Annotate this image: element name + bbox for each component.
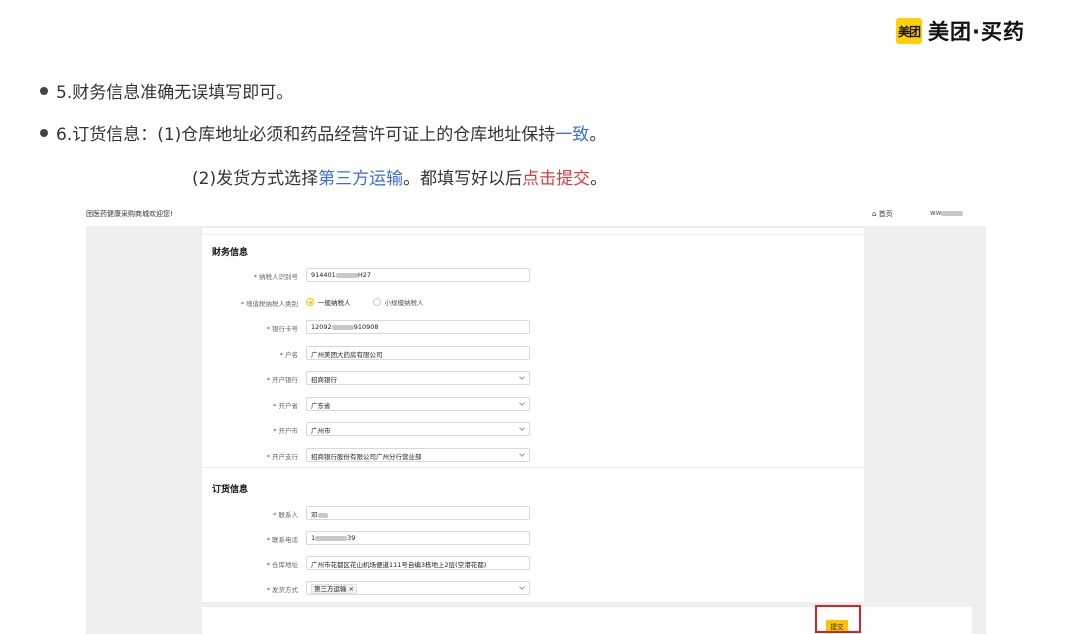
radio-small-taxpayer[interactable] bbox=[372, 298, 381, 306]
bullet-shipping-method: (2)发货方式选择第三方运输。都填写好以后点击提交。 bbox=[192, 164, 607, 189]
bullet-text-end: 。 bbox=[590, 169, 608, 189]
taxpayer-type-radio-group: 一般纳税人 小规模纳税人 bbox=[306, 297, 446, 307]
contact-label: * 联系人 bbox=[273, 511, 298, 519]
account-name-input[interactable]: 广州美团大药房有限公司 bbox=[306, 346, 530, 360]
branch-select[interactable]: 招商银行股份有限公司广州分行营业部 bbox=[306, 448, 530, 462]
chevron-down-icon bbox=[519, 400, 525, 406]
bullet-finance-info: 5.财务信息准确无误填写即可。 bbox=[40, 78, 293, 103]
bullet-text: 5.财务信息准确无误填写即可。 bbox=[56, 83, 294, 103]
shipping-select[interactable]: 第三方运输 × bbox=[306, 581, 530, 595]
blurred-text bbox=[335, 272, 358, 278]
city-select[interactable]: 广州市 bbox=[306, 422, 530, 436]
bullet-order-info: 6.订货信息：(1)仓库地址必须和药品经营许可证上的仓库地址保持一致。 bbox=[40, 120, 606, 145]
phone-input[interactable]: 1 39 bbox=[306, 531, 530, 545]
bullet-text: 6.订货信息：(1)仓库地址必须和药品经营许可证上的仓库地址保持 bbox=[56, 125, 556, 145]
highlight-box bbox=[815, 605, 861, 633]
warehouse-input[interactable]: 广州市花都区花山机场便道111号自编3栋地上2层(空港花都) bbox=[306, 556, 530, 570]
logo-badge: 美团 bbox=[896, 18, 922, 44]
account-name-label: * 户名 bbox=[279, 351, 298, 359]
bullet-dot-icon bbox=[40, 87, 48, 95]
tax-id-input[interactable]: 914401 H27 bbox=[306, 268, 530, 282]
bank-select[interactable]: 招商银行 bbox=[306, 371, 530, 385]
meituan-logo: 美团 美团·买药 bbox=[896, 16, 1025, 46]
tax-id-label: * 纳税人识别号 bbox=[253, 273, 298, 281]
blurred-text bbox=[315, 535, 348, 541]
bank-card-input[interactable]: 12092 910908 bbox=[306, 320, 530, 334]
highlight-click-submit: 点击提交 bbox=[522, 169, 591, 189]
warehouse-label: * 仓库地址 bbox=[266, 561, 298, 569]
bank-label: * 开户银行 bbox=[266, 376, 298, 384]
blurred-text bbox=[331, 324, 354, 330]
divider bbox=[202, 467, 864, 468]
bullet-text-end: 。 bbox=[589, 125, 607, 145]
radio-general-taxpayer[interactable] bbox=[306, 298, 314, 306]
province-label: * 开户省 bbox=[273, 402, 298, 410]
chevron-down-icon bbox=[519, 584, 525, 590]
section-title-finance: 财务信息 bbox=[212, 248, 249, 258]
site-header: 团医药健康采购商城欢迎您! ⌂ 首页 ww bbox=[86, 204, 986, 226]
section-title-order: 订货信息 bbox=[212, 485, 249, 495]
form-screenshot: 团医药健康采购商城欢迎您! ⌂ 首页 ww 财务信息 * 纳税人识别号 91440… bbox=[86, 204, 986, 634]
blurred-text bbox=[317, 512, 328, 518]
highlight-consistent: 一致 bbox=[555, 125, 590, 145]
bullet-text: (2)发货方式选择 bbox=[192, 169, 319, 189]
branch-label: * 开户支行 bbox=[266, 453, 298, 461]
shipping-tag: 第三方运输 × bbox=[311, 584, 358, 594]
bullet-dot-icon bbox=[40, 129, 48, 137]
blurred-text bbox=[941, 210, 964, 216]
province-select[interactable]: 广东省 bbox=[306, 397, 530, 411]
contact-input[interactable]: 邓 bbox=[306, 506, 530, 520]
user-name[interactable]: ww bbox=[930, 209, 964, 217]
chevron-down-icon bbox=[519, 451, 525, 457]
tag-close-icon[interactable]: × bbox=[349, 585, 354, 593]
divider bbox=[202, 234, 864, 235]
shipping-label: * 发货方式 bbox=[266, 586, 298, 594]
welcome-text: 团医药健康采购商城欢迎您! bbox=[86, 210, 173, 218]
chevron-down-icon bbox=[519, 425, 525, 431]
bullet-text-mid: 。都填写好以后 bbox=[403, 169, 523, 189]
radio-label-small: 小规模纳税人 bbox=[384, 299, 424, 307]
phone-label: * 联系电话 bbox=[266, 536, 298, 544]
taxpayer-type-label: * 增值税纳税人类别 bbox=[240, 300, 298, 308]
bank-card-label: * 银行卡号 bbox=[266, 325, 298, 333]
radio-label-general: 一般纳税人 bbox=[318, 299, 351, 307]
logo-text: 美团·买药 bbox=[928, 20, 1025, 44]
chevron-down-icon bbox=[519, 374, 525, 380]
home-link[interactable]: ⌂ 首页 bbox=[872, 209, 893, 219]
highlight-third-party: 第三方运输 bbox=[318, 169, 404, 189]
city-label: * 开户市 bbox=[273, 427, 298, 435]
form-panel: 财务信息 * 纳税人识别号 914401 H27 * 增值税纳税人类别 一般纳税人 小… bbox=[202, 228, 864, 602]
